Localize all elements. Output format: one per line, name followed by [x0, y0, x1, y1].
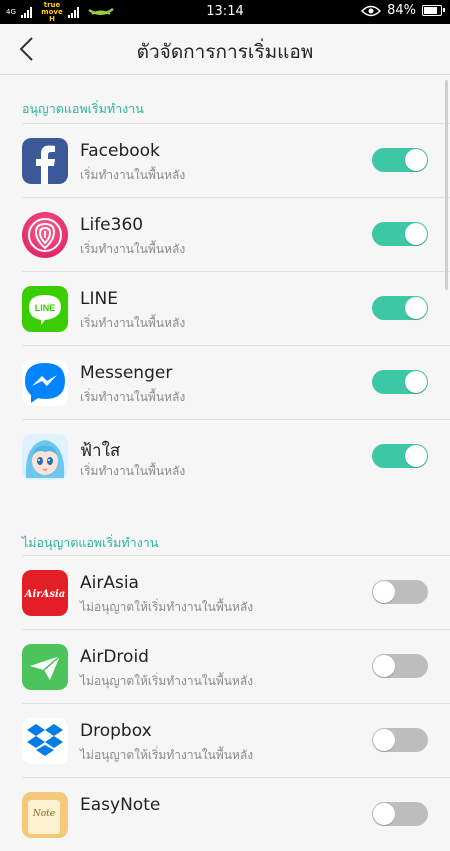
section-header-denied: ไม่อนุญาตแอพเริ่มทำงาน: [22, 535, 159, 550]
app-status: ไม่อนุญาตให้เริ่มทำงานในพื้นหลัง: [80, 600, 254, 614]
anime-girl-icon: [22, 434, 68, 480]
facebook-icon: [22, 138, 68, 184]
app-name: ฟ้าใส: [80, 441, 121, 461]
app-name: EasyNote: [80, 795, 161, 815]
line-icon: LINE: [22, 286, 68, 332]
list-item[interactable]: ฟ้าใส เริ่มทำงานในพื้นหลัง: [22, 419, 450, 493]
list-item[interactable]: Messenger เริ่มทำงานในพื้นหลัง: [22, 345, 450, 419]
app-list: อนุญาตแอพเริ่มทำงาน Facebook เริ่มทำงานใ…: [0, 75, 450, 851]
app-status: ไม่อนุญาตให้เริ่มทำงานในพื้นหลัง: [80, 674, 254, 688]
startup-toggle[interactable]: [372, 802, 428, 826]
battery-icon: [422, 5, 445, 16]
status-right: 84%: [361, 3, 445, 18]
svg-text:Note: Note: [32, 809, 55, 819]
startup-toggle[interactable]: [372, 580, 428, 604]
app-name: AirAsia: [80, 573, 139, 593]
list-item[interactable]: Note EasyNote: [22, 777, 450, 851]
status-bar: 4G true move H 13:14 84%: [0, 0, 450, 24]
app-bar: ตัวจัดการการเริ่มแอพ: [0, 24, 450, 75]
section-denied: AirAsia AirAsia ไม่อนุญาตให้เริ่มทำงานใน…: [0, 555, 450, 851]
easynote-icon: Note: [22, 792, 68, 838]
app-status: เริ่มทำงานในพื้นหลัง: [80, 316, 186, 330]
airdroid-icon: [22, 644, 68, 690]
messenger-icon: [22, 360, 68, 406]
list-item[interactable]: AirAsia AirAsia ไม่อนุญาตให้เริ่มทำงานใน…: [22, 555, 450, 629]
app-name: LINE: [80, 289, 118, 309]
app-status: เริ่มทำงานในพื้นหลัง: [80, 242, 186, 256]
app-name: Dropbox: [80, 721, 152, 741]
eye-icon: [361, 5, 382, 16]
app-name: Messenger: [80, 363, 173, 383]
list-item[interactable]: Facebook เริ่มทำงานในพื้นหลัง: [22, 123, 450, 197]
app-status: เริ่มทำงานในพื้นหลัง: [80, 464, 186, 478]
section-header-allowed: อนุญาตแอพเริ่มทำงาน: [22, 101, 144, 116]
startup-toggle[interactable]: [372, 148, 428, 172]
battery-percent: 84%: [387, 3, 416, 18]
list-item[interactable]: AirDroid ไม่อนุญาตให้เริ่มทำงานในพื้นหลั…: [22, 629, 450, 703]
scrollbar[interactable]: [445, 80, 448, 290]
list-item[interactable]: LINE LINE เริ่มทำงานในพื้นหลัง: [22, 271, 450, 345]
svg-text:LINE: LINE: [35, 303, 56, 313]
airasia-icon: AirAsia: [22, 570, 68, 616]
app-name: Life360: [80, 215, 144, 235]
list-item[interactable]: Dropbox ไม่อนุญาตให้เริ่มทำงานในพื้นหลัง: [22, 703, 450, 777]
battery-fill: [424, 7, 437, 14]
startup-toggle[interactable]: [372, 222, 428, 246]
life360-icon: [22, 212, 68, 258]
startup-toggle[interactable]: [372, 654, 428, 678]
app-status: เริ่มทำงานในพื้นหลัง: [80, 168, 186, 182]
svg-text:AirAsia: AirAsia: [24, 589, 66, 600]
app-status: ไม่อนุญาตให้เริ่มทำงานในพื้นหลัง: [80, 748, 254, 762]
startup-toggle[interactable]: [372, 728, 428, 752]
app-name: AirDroid: [80, 647, 149, 667]
list-item[interactable]: Life360 เริ่มทำงานในพื้นหลัง: [22, 197, 450, 271]
startup-toggle[interactable]: [372, 296, 428, 320]
startup-toggle[interactable]: [372, 444, 428, 468]
page-title: ตัวจัดการการเริ่มแอพ: [136, 41, 314, 63]
startup-toggle[interactable]: [372, 370, 428, 394]
app-name: Facebook: [80, 141, 160, 161]
app-status: เริ่มทำงานในพื้นหลัง: [80, 390, 186, 404]
dropbox-icon: [22, 718, 68, 764]
section-allowed: Facebook เริ่มทำงานในพื้นหลัง Life360 เร…: [0, 123, 450, 493]
